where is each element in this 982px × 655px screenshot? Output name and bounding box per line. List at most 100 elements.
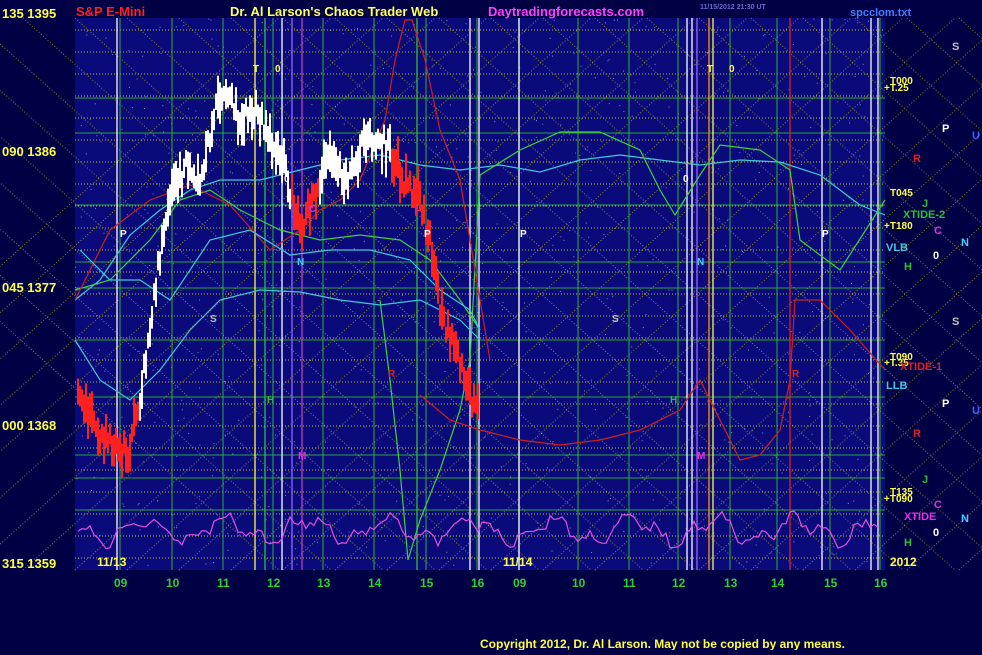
noise-dot — [502, 250, 504, 252]
noise-dot — [655, 370, 657, 372]
noise-dot — [462, 246, 464, 248]
noise-dot — [376, 159, 378, 161]
noise-dot — [722, 92, 724, 94]
noise-dot — [736, 125, 738, 127]
noise-dot — [446, 144, 448, 146]
noise-dot — [142, 55, 144, 57]
right-marker-label: N — [961, 237, 969, 249]
noise-dot — [136, 78, 138, 80]
right-marker-label: LLB — [886, 380, 907, 392]
noise-dot — [123, 505, 125, 507]
noise-dot — [95, 207, 96, 209]
noise-dot — [213, 443, 215, 445]
x-hour-label: 15 — [420, 576, 434, 590]
noise-dot — [414, 142, 416, 144]
noise-dot — [227, 533, 229, 535]
noise-dot — [288, 148, 290, 150]
noise-dot — [613, 19, 615, 21]
noise-dot — [444, 371, 446, 372]
noise-dot — [873, 201, 875, 203]
noise-dot — [153, 135, 155, 137]
noise-dot — [793, 154, 795, 156]
noise-dot — [700, 424, 702, 426]
noise-dot — [350, 75, 352, 77]
noise-dot — [579, 154, 581, 156]
noise-dot — [552, 441, 554, 443]
noise-dot — [432, 65, 434, 67]
noise-dot — [844, 435, 846, 437]
noise-dot — [481, 263, 483, 265]
noise-dot — [862, 175, 864, 177]
noise-dot — [719, 400, 721, 402]
noise-dot — [652, 499, 654, 501]
noise-dot — [277, 100, 279, 102]
noise-dot — [422, 526, 424, 528]
noise-dot — [261, 181, 263, 183]
noise-dot — [495, 149, 497, 151]
noise-dot — [646, 265, 648, 267]
noise-dot — [552, 55, 553, 57]
noise-dot — [706, 400, 708, 402]
right-marker-label: 0 — [933, 250, 939, 262]
noise-dot — [808, 399, 810, 401]
noise-dot — [448, 495, 449, 497]
noise-dot — [138, 503, 140, 505]
noise-dot — [132, 140, 134, 142]
data-file-name: spcclom.txt — [850, 7, 911, 19]
noise-dot — [363, 240, 365, 242]
noise-dot — [731, 313, 733, 315]
noise-dot — [724, 439, 726, 441]
noise-dot — [584, 390, 585, 392]
x-hour-label: 09 — [114, 576, 128, 590]
noise-dot — [146, 186, 148, 188]
noise-dot — [555, 92, 557, 94]
noise-dot — [552, 244, 554, 246]
noise-dot — [831, 439, 833, 441]
noise-dot — [809, 460, 811, 461]
noise-dot — [195, 503, 197, 504]
noise-dot — [731, 432, 733, 434]
x-hour-label: 14 — [368, 576, 382, 590]
noise-dot — [453, 564, 455, 566]
noise-dot — [163, 131, 165, 133]
noise-dot — [224, 434, 226, 436]
noise-dot — [832, 553, 834, 555]
plot-marker-label: R — [388, 369, 396, 380]
noise-dot — [467, 156, 469, 158]
noise-dot — [225, 185, 227, 187]
noise-dot — [205, 563, 207, 565]
noise-dot — [187, 108, 189, 110]
noise-dot — [182, 117, 183, 119]
noise-dot — [510, 320, 512, 322]
noise-dot — [228, 376, 230, 378]
noise-dot — [431, 226, 432, 228]
noise-dot — [355, 557, 357, 559]
noise-dot — [97, 354, 99, 356]
noise-dot — [612, 295, 614, 297]
noise-dot — [679, 497, 681, 499]
y-axis-label: 090 1386 — [2, 144, 56, 159]
noise-dot — [461, 380, 463, 382]
noise-dot — [680, 371, 682, 373]
noise-dot — [249, 235, 251, 237]
noise-dot — [601, 141, 603, 143]
noise-dot — [573, 52, 575, 54]
right-marker-label: T045 — [890, 188, 913, 199]
noise-dot — [168, 152, 170, 154]
noise-dot — [715, 93, 717, 95]
noise-dot — [500, 466, 502, 468]
noise-dot — [650, 390, 652, 391]
noise-dot — [227, 549, 229, 551]
noise-dot — [466, 188, 468, 190]
noise-dot — [381, 100, 383, 102]
noise-dot — [275, 434, 276, 436]
noise-dot — [261, 476, 263, 478]
noise-dot — [854, 75, 856, 77]
noise-dot — [473, 69, 474, 71]
noise-dot — [700, 184, 702, 186]
noise-dot — [279, 345, 281, 347]
noise-dot — [609, 498, 611, 499]
y-axis-label: 045 1377 — [2, 280, 56, 295]
noise-dot — [780, 169, 782, 171]
noise-dot — [539, 343, 540, 345]
